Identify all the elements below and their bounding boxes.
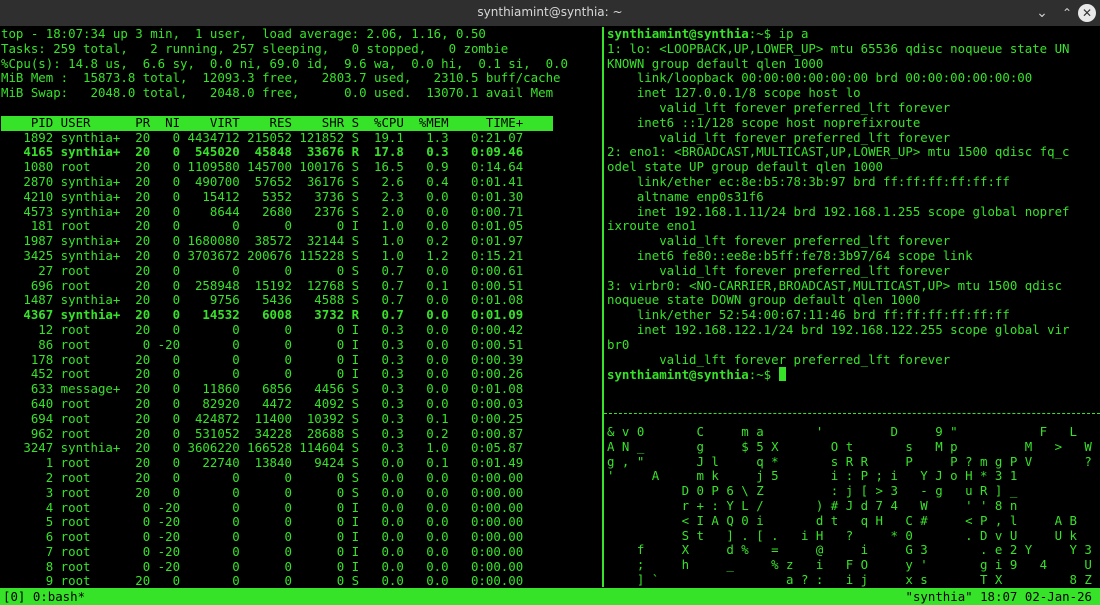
summary-line: top - 18:07:34 up 3 min, 1 user, load av… [1,27,486,41]
matrix-line: S t ] . [ . i H ? * 0 . D v U U k [607,527,1077,543]
process-row: 4 root 0 -20 0 0 0 I 0.0 0.0 0:00.00 [1,499,524,515]
output-line: inet 192.168.122.1/24 brd 192.168.122.25… [607,321,1070,337]
pane-divider-vertical[interactable] [602,27,604,587]
output-line: link/ether 52:54:00:67:11:46 brd ff:ff:f… [607,307,1010,323]
output-line: valid_lft forever preferred_lft forever [607,262,951,278]
window-titlebar: synthiamint@synthia: ~ ⌄ ⌃ ✕ [0,0,1100,26]
output-line: valid_lft forever preferred_lft forever [607,351,951,367]
process-row: 694 root 20 0 424872 11400 10392 S 0.3 0… [1,410,524,426]
process-row: 86 root 0 -20 0 0 0 I 0.3 0.0 0:00.51 [1,336,524,352]
output-line: br0 [607,336,630,352]
output-line: odel state UP group default qlen 1000 [607,159,884,175]
window-list[interactable]: [0] 0:bash* [3,588,85,605]
matrix-line: D 0 P 6 \ Z : j [ > 3 - g u R ] _ [607,483,1018,499]
process-row: 1892 synthia+ 20 0 4434712 215052 121852… [1,129,524,145]
process-list: 1892 synthia+ 20 0 4434712 215052 121852… [1,129,601,587]
session-clock: "synthia" 18:07 02-Jan-26 [905,589,1093,604]
process-row: 7 root 0 -20 0 0 0 I 0.0 0.0 0:00.00 [1,543,524,559]
process-table-header: PID USER PR NI VIRT RES SHR S %CPU %MEM … [1,115,553,131]
process-row: 27 root 20 0 0 0 0 S 0.7 0.0 0:00.61 [1,262,524,278]
output-line: valid_lft forever preferred_lft forever [607,99,951,115]
prompt-user: synthiamint@synthia [607,367,749,383]
matrix-pane[interactable]: & v 0 C m a ' D 9 " F LA N _ g $ 5 X O t… [607,425,1097,587]
output-line: noqueue state DOWN group default qlen 10… [607,292,921,308]
output-line: inet 192.168.1.11/24 brd 192.168.1.255 s… [607,203,1070,219]
process-row: 4165 synthia+ 20 0 545020 45848 33676 R … [1,144,524,160]
matrix-rain: & v 0 C m a ' D 9 " F LA N _ g $ 5 X O t… [607,425,1097,587]
matrix-line: & v 0 C m a ' D 9 " F L [607,425,1077,439]
tmux-statusbar: [0] 0:bash* "synthia" 18:07 02-Jan-26 [0,588,1100,605]
command-text: ip a [778,27,809,41]
output-line: valid_lft forever preferred_lft forever [607,129,951,145]
maximize-icon[interactable]: ⌃ [1057,3,1077,23]
prompt-path: :~$ [748,367,779,383]
pane-divider-horizontal[interactable] [604,413,1100,415]
summary-line: %Cpu(s): 14.8 us, 6.6 sy, 0.0 ni, 69.0 i… [1,55,568,71]
ip-pane[interactable]: synthiamint@synthia:~$ ip a 1: lo: <LOOP… [607,27,1097,407]
matrix-line: g , " J l q * s R R P P ? m g P V ? [607,453,1092,469]
output-line: 3: virbr0: <NO-CARRIER,BROADCAST,MULTICA… [607,277,1063,293]
summary-line: MiB Swap: 2048.0 total, 2048.0 free, 0.0… [1,85,554,101]
process-row: 962 root 20 0 531052 34228 28688 S 0.3 0… [1,425,524,441]
output-line: inet6 fe80::ee8e:b5ff:fe78:3b97/64 scope… [607,247,973,263]
output-line: link/ether ec:8e:b5:78:3b:97 brd ff:ff:f… [607,173,1010,189]
summary-line: Tasks: 259 total, 2 running, 257 sleepin… [1,40,509,56]
output-line: valid_lft forever preferred_lft forever [607,233,951,249]
matrix-line: ; h _ % z i F O y ' g i 9 4 U [607,557,1092,573]
matrix-line: f X d % = @ i G 3 . e 2 Y Y 3 [607,542,1092,558]
output-line: 1: lo: <LOOPBACK,UP,LOWER_UP> mtu 65536 … [607,40,1070,56]
process-row: 1080 root 20 0 1109580 145700 100176 S 1… [1,159,524,175]
process-row: 4573 synthia+ 20 0 8644 2680 2376 S 2.0 … [1,203,524,219]
output-line: link/loopback 00:00:00:00:00:00 brd 00:0… [607,70,1033,86]
text-cursor [778,367,786,382]
process-row: 3247 synthia+ 20 0 3606220 166528 114604… [1,440,524,456]
window-title: synthiamint@synthia: ~ [477,5,623,19]
matrix-line: A N _ g $ 5 X O t s M p M > W [607,438,1092,454]
process-row: 181 root 20 0 0 0 0 I 1.0 0.0 0:01.05 [1,218,524,234]
prompt-user: synthiamint@synthia [607,27,749,41]
prompt-path: :~$ [748,27,779,41]
process-row: 640 root 20 0 82920 4472 4092 S 0.3 0.0 … [1,395,524,411]
process-row: 3 root 20 0 0 0 0 S 0.0 0.0 0:00.00 [1,484,524,500]
active-prompt-line[interactable]: synthiamint@synthia:~$ [607,367,1097,382]
process-row: 178 root 20 0 0 0 0 I 0.3 0.0 0:00.39 [1,351,524,367]
summary-line: MiB Mem : 15873.8 total, 12093.3 free, 2… [1,70,561,86]
output-line: altname enp0s31f6 [607,188,764,204]
matrix-line: r + : Y L / ) # J d 7 4 W ' ' 8 n [607,497,1018,513]
close-icon[interactable]: ✕ [1078,4,1096,22]
output-line: inet6 ::1/128 scope host noprefixroute [607,114,921,130]
process-row: 4367 synthia+ 20 0 14532 6008 3732 R 0.7… [1,307,524,323]
matrix-line: ] ` a ? : i j x s T X 8 Z [607,571,1092,587]
process-row: 5 root 0 -20 0 0 0 I 0.0 0.0 0:00.00 [1,514,524,530]
process-row: 633 message+ 20 0 11860 6856 4456 S 0.3 … [1,381,524,397]
minimize-icon[interactable]: ⌄ [1032,3,1052,23]
command-line: synthiamint@synthia:~$ ip a [607,27,1097,42]
process-row: 1987 synthia+ 20 0 1680080 38572 32144 S… [1,233,524,249]
ip-output: 1: lo: <LOOPBACK,UP,LOWER_UP> mtu 65536 … [607,40,1097,368]
process-row: 6 root 0 -20 0 0 0 I 0.0 0.0 0:00.00 [1,529,524,545]
process-row: 9 root 20 0 0 0 0 S 0.0 0.0 0:00.00 [1,573,524,587]
process-row: 12 root 20 0 0 0 0 I 0.3 0.0 0:00.42 [1,321,524,337]
process-row: 1487 synthia+ 20 0 9756 5436 4588 S 0.7 … [1,292,524,308]
output-line: KNOWN group default qlen 1000 [607,55,824,71]
top-summary: top - 18:07:34 up 3 min, 1 user, load av… [1,27,601,101]
process-row: 3425 synthia+ 20 0 3703672 200676 115228… [1,247,524,263]
process-row: 2 root 20 0 0 0 0 S 0.0 0.0 0:00.00 [1,469,524,485]
output-line: ixroute eno1 [607,218,697,234]
output-line: 2: eno1: <BROADCAST,MULTICAST,UP,LOWER_U… [607,144,1070,160]
process-row: 452 root 20 0 0 0 0 I 0.3 0.0 0:00.26 [1,366,524,382]
process-row: 1 root 20 0 22740 13840 9424 S 0.0 0.1 0… [1,455,524,471]
matrix-line: ' A m k j 5 i : P ; i Y J o H * 3 1 [607,468,1018,484]
top-pane[interactable]: top - 18:07:34 up 3 min, 1 user, load av… [1,27,601,587]
output-line: inet 127.0.0.1/8 scope host lo [607,85,861,101]
process-row: 8 root 0 -20 0 0 0 I 0.0 0.0 0:00.00 [1,558,524,574]
process-row: 696 root 20 0 258948 15192 12768 S 0.7 0… [1,277,524,293]
process-row: 2870 synthia+ 20 0 490700 57652 36176 S … [1,173,524,189]
process-row: 4210 synthia+ 20 0 15412 5352 3736 S 2.3… [1,188,524,204]
matrix-line: < I A Q 0 i d t q H C # < P , l A B [607,512,1077,528]
